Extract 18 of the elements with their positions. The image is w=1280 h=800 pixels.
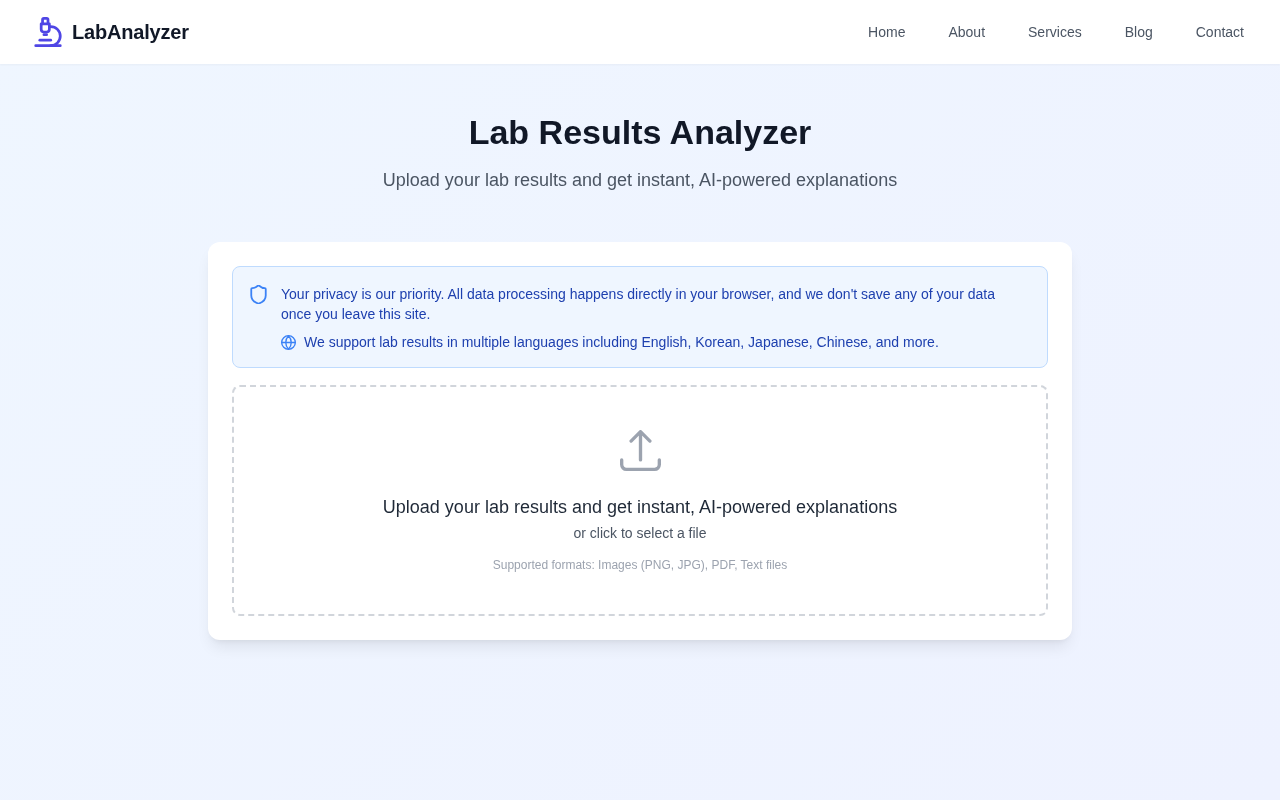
drop-zone-hint: or click to select a file [573, 524, 707, 543]
brand-name[interactable]: LabAnalyzer [72, 20, 189, 44]
microscope-icon[interactable] [34, 17, 62, 47]
globe-icon [281, 334, 296, 350]
languages-text: We support lab results in multiple languages including English, Korean, Japanese, Chinese, and more. [304, 333, 939, 352]
page-title: Lab Results Analyzer [468, 112, 812, 152]
nav-link[interactable]: Services [1028, 22, 1082, 42]
supported-formats-text: Supported formats: Images (PNG, JPG), PDF, Text files [492, 557, 788, 573]
shield-icon [250, 285, 267, 304]
nav-link[interactable]: Home [868, 22, 906, 42]
nav-link[interactable]: Contact [1195, 22, 1244, 42]
file-drop-zone[interactable]: Upload your lab results and get instant, AI-powered explanations or click to select a file Supported formats: Images (PNG, JPG), PDF, Text files [232, 385, 1048, 616]
privacy-text: Your privacy is our priority. All data processing happens directly in your browser, and we don't save any of your data once you leave this site. [281, 285, 996, 324]
upload-icon [619, 430, 661, 471]
nav-link[interactable]: Blog [1124, 22, 1153, 42]
drop-zone-title: Upload your lab results and get instant, AI-powered explanations [382, 496, 898, 519]
page-subtitle: Upload your lab results and get instant, AI-powered explanations [382, 169, 898, 192]
nav-link[interactable]: About [948, 22, 986, 42]
